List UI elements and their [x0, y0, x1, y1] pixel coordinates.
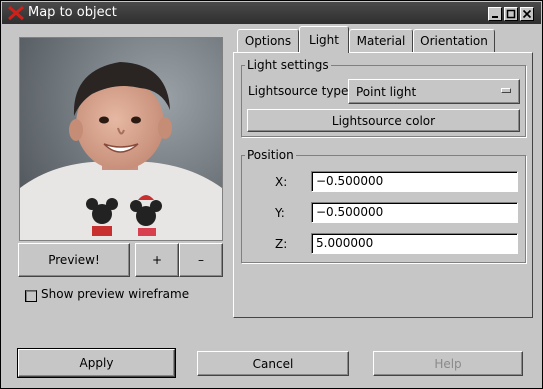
- help-button-label: Help: [434, 356, 462, 371]
- x-logo-icon: [8, 5, 24, 21]
- minimize-icon: [492, 16, 498, 18]
- zoom-out-label: –: [198, 253, 204, 267]
- zoom-in-button[interactable]: +: [135, 243, 179, 277]
- title-bar[interactable]: Map to object: [2, 2, 541, 24]
- tab-light-label: Light: [309, 33, 339, 47]
- preview-image: [19, 37, 223, 241]
- cancel-button-label: Cancel: [252, 356, 294, 371]
- z-label: Z:: [275, 237, 288, 251]
- position-label: Position: [245, 148, 296, 162]
- tab-options[interactable]: Options: [237, 29, 299, 52]
- apply-button[interactable]: Apply: [17, 348, 176, 378]
- tab-light[interactable]: Light: [299, 26, 349, 53]
- tab-options-label: Options: [244, 34, 292, 48]
- x-field[interactable]: [311, 171, 518, 192]
- x-input[interactable]: [316, 174, 513, 188]
- cancel-button[interactable]: Cancel: [197, 351, 349, 376]
- preview-button[interactable]: Preview!: [18, 243, 130, 277]
- light-settings-label: Light settings: [245, 58, 331, 72]
- apply-button-label: Apply: [79, 356, 114, 370]
- y-label: Y:: [275, 206, 285, 220]
- maximize-button[interactable]: [504, 7, 518, 21]
- maximize-icon: [506, 9, 516, 19]
- minimize-button[interactable]: [488, 7, 502, 21]
- preview-button-label: Preview!: [48, 253, 100, 267]
- window-title: Map to object: [28, 5, 117, 20]
- close-icon: [522, 9, 532, 19]
- tab-orientation-label: Orientation: [420, 34, 488, 48]
- option-menu-indicator-icon: [501, 88, 511, 93]
- wireframe-label: Show preview wireframe: [41, 287, 190, 301]
- zoom-in-label: +: [151, 253, 163, 267]
- tab-orientation[interactable]: Orientation: [413, 29, 495, 52]
- y-field[interactable]: [311, 202, 518, 223]
- y-input[interactable]: [316, 205, 513, 219]
- lightsource-type-select[interactable]: Point light: [348, 79, 520, 104]
- lightsource-color-label: Lightsource color: [331, 113, 436, 128]
- z-input[interactable]: [316, 236, 513, 250]
- lightsource-type-value: Point light: [356, 84, 417, 99]
- tab-material[interactable]: Material: [349, 29, 413, 52]
- wireframe-checkbox[interactable]: [25, 290, 37, 302]
- tab-material-label: Material: [356, 34, 406, 48]
- map-to-object-dialog: Map to object Preview! + – Show preview …: [0, 0, 543, 389]
- close-button[interactable]: [520, 7, 534, 21]
- zoom-out-button[interactable]: –: [179, 243, 223, 277]
- help-button: Help: [373, 351, 523, 376]
- z-field[interactable]: [311, 233, 518, 254]
- lightsource-color-button[interactable]: Lightsource color: [247, 109, 520, 132]
- lightsource-type-label: Lightsource type:: [248, 84, 353, 98]
- x-label: X:: [275, 175, 288, 189]
